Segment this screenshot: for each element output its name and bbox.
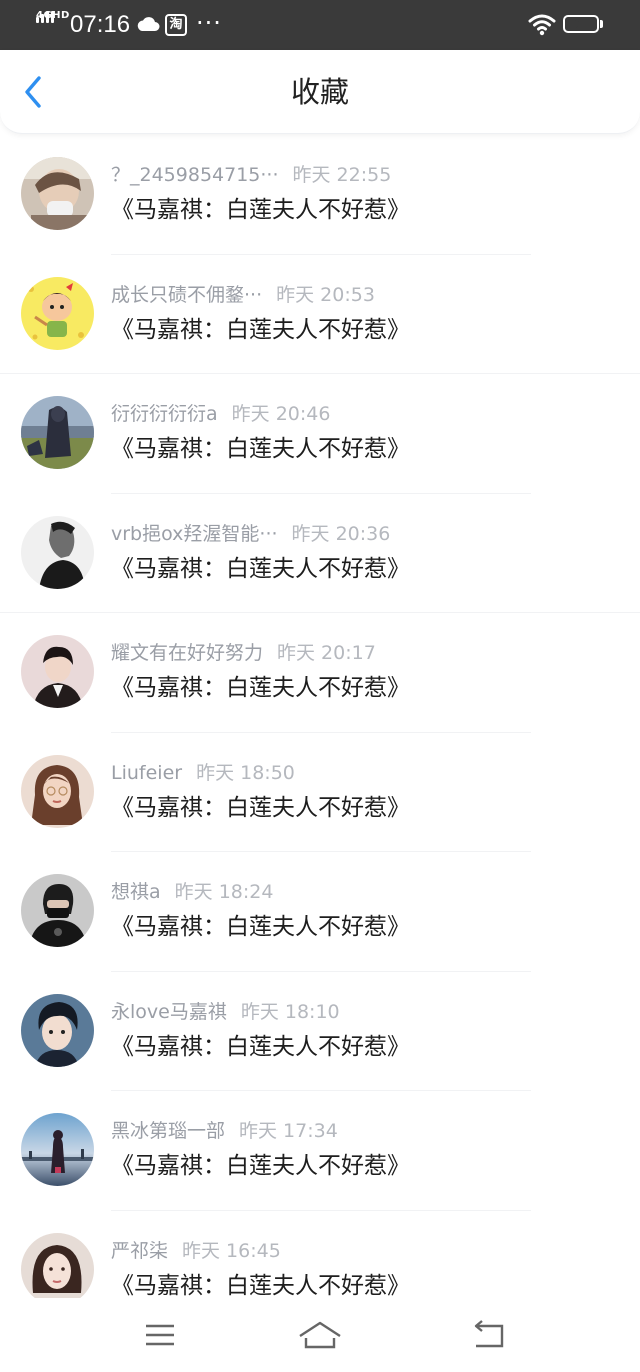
username[interactable]: 想祺a (111, 879, 161, 905)
battery-tip (600, 20, 603, 28)
avatar[interactable] (21, 157, 94, 230)
timestamp: 昨天 22:55 (292, 164, 392, 186)
system-nav-bar (0, 1298, 640, 1372)
avatar[interactable] (21, 1232, 94, 1306)
item-meta: ？_2459854715··· 昨天 22:55 (111, 162, 391, 190)
story-title[interactable]: 《马嘉祺：白莲夫人不好惹》 (111, 673, 410, 703)
page-title: 收藏 (290, 75, 349, 109)
timestamp: 昨天 20:36 (291, 522, 391, 545)
username[interactable]: ？_2459854715··· (111, 162, 279, 188)
item-meta: 黑冰第瑙一部 昨天 17:34 (111, 1118, 338, 1146)
item-meta: Liufeier 昨天 18:50 (111, 760, 295, 788)
taobao-notification-icon: 淘 (165, 14, 187, 36)
avatar[interactable] (21, 874, 94, 947)
username[interactable]: 耀文有在好好努力 (111, 640, 263, 666)
favorite-item[interactable]: 成长只碛不佣鍪··· 昨天 20:53 《马嘉祺：白莲夫人不好惹》 (0, 255, 640, 374)
cloud-icon (136, 14, 160, 38)
avatar[interactable] (21, 515, 94, 589)
status-time: 07:16 (70, 11, 131, 38)
avatar[interactable] (21, 635, 94, 708)
username[interactable]: vrb挹ox羟渥智能··· (111, 521, 278, 547)
item-meta: 衍衍衍衍衍a 昨天 20:46 (111, 401, 330, 429)
favorite-item[interactable]: vrb挹ox羟渥智能··· 昨天 20:36 《马嘉祺：白莲夫人不好惹》 (0, 494, 640, 613)
item-meta: 严祁柒 昨天 16:45 (111, 1238, 281, 1266)
avatar[interactable] (21, 754, 94, 828)
username[interactable]: 黑冰第瑙一部 (111, 1118, 225, 1144)
item-meta: vrb挹ox羟渥智能··· 昨天 20:36 (111, 521, 390, 549)
avatar[interactable] (21, 993, 94, 1067)
timestamp: 昨天 20:46 (231, 403, 331, 425)
status-bar: 4GHD 07:16 淘 ··· 61 (0, 0, 640, 50)
favorite-item[interactable]: 衍衍衍衍衍a 昨天 20:46 《马嘉祺：白莲夫人不好惹》 (0, 374, 640, 494)
timestamp: 昨天 16:45 (182, 1239, 281, 1262)
favorite-item[interactable]: 永love马嘉祺 昨天 18:10 《马嘉祺：白莲夫人不好惹》 (0, 972, 640, 1091)
system-back-button[interactable] (464, 1316, 512, 1356)
story-title[interactable]: 《马嘉祺：白莲夫人不好惹》 (111, 1151, 410, 1181)
timestamp: 昨天 20:17 (277, 642, 376, 664)
story-title[interactable]: 《马嘉祺：白莲夫人不好惹》 (111, 912, 410, 942)
favorite-item[interactable]: ？_2459854715··· 昨天 22:55 《马嘉祺：白莲夫人不好惹》 (0, 135, 640, 255)
username[interactable]: 严祁柒 (111, 1238, 168, 1264)
timestamp: 昨天 18:50 (196, 761, 295, 784)
username[interactable]: 成长只碛不佣鍪··· (111, 282, 262, 308)
story-title[interactable]: 《马嘉祺：白莲夫人不好惹》 (111, 1271, 410, 1301)
timestamp: 昨天 18:24 (174, 881, 274, 903)
favorite-item[interactable]: 黑冰第瑙一部 昨天 17:34 《马嘉祺：白莲夫人不好惹》 (0, 1091, 640, 1211)
home-button[interactable] (296, 1316, 344, 1356)
item-meta: 想祺a 昨天 18:24 (111, 879, 273, 907)
timestamp: 昨天 17:34 (239, 1120, 338, 1142)
item-meta: 永love马嘉祺 昨天 18:10 (111, 999, 340, 1027)
avatar[interactable] (21, 276, 94, 350)
story-title[interactable]: 《马嘉祺：白莲夫人不好惹》 (111, 1032, 410, 1062)
story-title[interactable]: 《马嘉祺：白莲夫人不好惹》 (111, 554, 410, 584)
story-title[interactable]: 《马嘉祺：白莲夫人不好惹》 (111, 434, 410, 464)
menu-lines-icon (146, 1324, 174, 1346)
story-title[interactable]: 《马嘉祺：白莲夫人不好惹》 (111, 793, 410, 823)
favorite-item[interactable]: Liufeier 昨天 18:50 《马嘉祺：白莲夫人不好惹》 (0, 733, 640, 852)
favorites-screen: 4GHD 07:16 淘 ··· 61 (0, 0, 640, 1372)
menu-button[interactable] (136, 1316, 184, 1356)
wifi-icon (528, 12, 556, 40)
favorite-item[interactable]: 耀文有在好好努力 昨天 20:17 《马嘉祺：白莲夫人不好惹》 (0, 613, 640, 733)
more-notifications-icon: ··· (196, 9, 222, 37)
avatar[interactable] (21, 396, 94, 469)
timestamp: 昨天 18:10 (240, 1000, 340, 1023)
battery-icon: 61 (563, 15, 599, 33)
battery-percent: 61 (574, 17, 588, 31)
username[interactable]: 衍衍衍衍衍a (111, 401, 218, 427)
favorite-item[interactable]: 想祺a 昨天 18:24 《马嘉祺：白莲夫人不好惹》 (0, 852, 640, 972)
avatar[interactable] (21, 1113, 94, 1186)
back-arrow-icon (474, 1320, 504, 1348)
timestamp: 昨天 20:53 (276, 283, 375, 306)
username[interactable]: 永love马嘉祺 (111, 999, 227, 1025)
item-meta: 成长只碛不佣鍪··· 昨天 20:53 (111, 282, 375, 310)
story-title[interactable]: 《马嘉祺：白莲夫人不好惹》 (111, 195, 410, 225)
favorites-list: ？_2459854715··· 昨天 22:55 《马嘉祺：白莲夫人不好惹》 成… (0, 135, 640, 1330)
story-title[interactable]: 《马嘉祺：白莲夫人不好惹》 (111, 315, 410, 345)
title-bar: 收藏 (0, 50, 640, 134)
item-meta: 耀文有在好好努力 昨天 20:17 (111, 640, 376, 668)
username[interactable]: Liufeier (111, 760, 182, 786)
home-icon (299, 1321, 341, 1349)
